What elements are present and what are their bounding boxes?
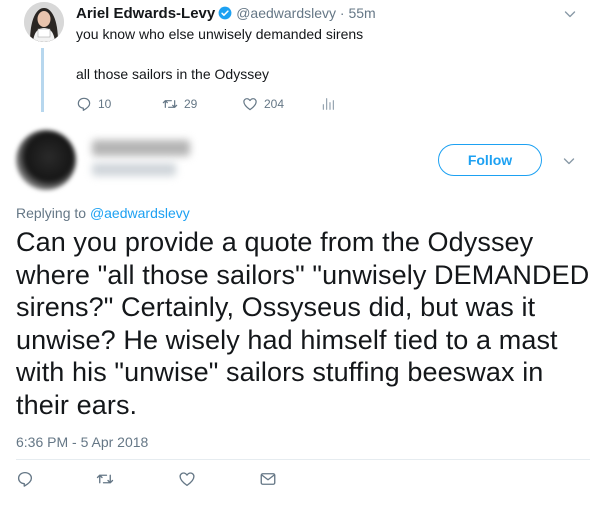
analytics-icon bbox=[322, 98, 334, 110]
divider bbox=[16, 459, 590, 460]
retweet-action[interactable]: 29 bbox=[162, 96, 197, 112]
replying-to-prefix: Replying to bbox=[16, 205, 90, 221]
retweet-count: 29 bbox=[184, 97, 198, 111]
message-icon[interactable] bbox=[259, 470, 277, 488]
author-name[interactable]: Ariel Edwards-Levy bbox=[76, 5, 215, 22]
tweet-text-line: all those sailors in the Odyssey bbox=[76, 66, 269, 82]
reply-count: 10 bbox=[98, 97, 112, 111]
reply-author-avatar[interactable] bbox=[16, 130, 76, 190]
replying-to: Replying to @aedwardslevy bbox=[16, 205, 190, 221]
follow-button[interactable]: Follow bbox=[438, 144, 542, 176]
reply-icon[interactable] bbox=[16, 470, 34, 488]
replying-to-handle-link[interactable]: @aedwardslevy bbox=[90, 205, 190, 221]
tweet-text-line: you know who else unwisely demanded sire… bbox=[76, 26, 364, 42]
verified-badge-icon bbox=[218, 6, 232, 20]
retweet-icon[interactable] bbox=[96, 470, 114, 488]
reply-action[interactable]: 10 bbox=[76, 96, 111, 112]
like-icon[interactable] bbox=[178, 470, 196, 488]
thread-connector-line bbox=[41, 48, 44, 112]
retweet-icon bbox=[162, 100, 178, 108]
like-icon bbox=[243, 98, 257, 111]
like-count: 204 bbox=[264, 97, 285, 111]
reply-icon bbox=[77, 97, 91, 111]
like-action[interactable]: 204 bbox=[242, 96, 284, 112]
chevron-down-icon[interactable] bbox=[564, 8, 576, 20]
reply-author-name-redacted bbox=[92, 140, 190, 156]
reply-tweet-text: Can you provide a quote from the Odyssey… bbox=[16, 227, 590, 420]
reply-author-handle-redacted bbox=[92, 163, 176, 176]
author-header: Ariel Edwards-Levy @aedwardslevy · 55m bbox=[76, 4, 376, 22]
chevron-down-icon[interactable] bbox=[563, 155, 575, 167]
tweet-timestamp[interactable]: 6:36 PM - 5 Apr 2018 bbox=[16, 434, 148, 450]
author-handle-time[interactable]: @aedwardslevy · 55m bbox=[236, 5, 376, 21]
author-avatar[interactable] bbox=[24, 2, 64, 42]
analytics-action[interactable] bbox=[320, 96, 342, 112]
